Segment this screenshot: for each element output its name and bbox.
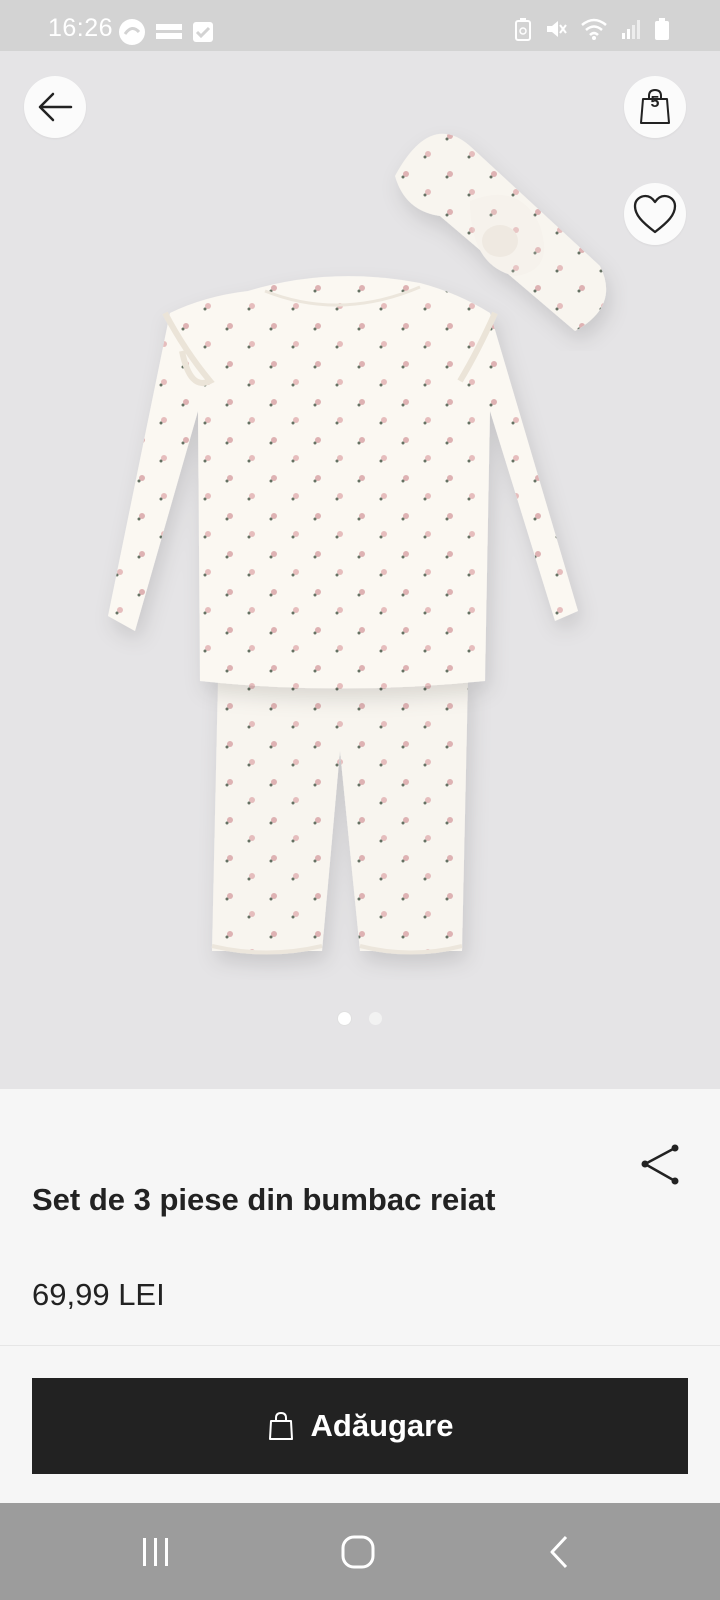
recents-icon: [143, 1538, 168, 1566]
add-to-cart-label: Adăugare: [310, 1408, 454, 1443]
gallery-dot-2[interactable]: [369, 1012, 382, 1025]
battery-saver-icon: [515, 18, 531, 41]
checkbox-notification-icon: [193, 22, 213, 42]
status-system-icons: [514, 17, 670, 41]
system-navigation-bar: [0, 1503, 720, 1600]
back-icon: [550, 1535, 568, 1569]
status-time: 16:26: [48, 14, 114, 42]
product-image: [108, 133, 607, 955]
wifi-icon: [581, 18, 607, 40]
shopping-bag-button[interactable]: 5: [624, 76, 686, 138]
system-back-button[interactable]: [530, 1527, 590, 1577]
status-bar: 16:26: [0, 0, 720, 51]
add-to-cart-area: Adăugare: [0, 1346, 720, 1503]
home-button[interactable]: [328, 1527, 388, 1577]
favorite-button[interactable]: [624, 183, 686, 245]
recents-button[interactable]: [126, 1527, 186, 1577]
shopping-bag-icon: [268, 1411, 293, 1440]
home-icon: [341, 1535, 375, 1569]
signal-icon: [622, 20, 640, 39]
product-image-gallery[interactable]: 5: [0, 51, 720, 1089]
status-notification-icons: [118, 18, 214, 46]
product-info-panel: Set de 3 piese din bumbac reiat 69,99 LE…: [0, 1089, 720, 1346]
back-button[interactable]: [24, 76, 86, 138]
add-to-cart-button[interactable]: Adăugare: [32, 1378, 688, 1474]
share-icon: [641, 1144, 679, 1185]
product-price: 69,99 LEI: [32, 1277, 165, 1312]
product-title: Set de 3 piese din bumbac reiat: [32, 1182, 496, 1217]
temu-text-icon: [156, 24, 182, 39]
heart-icon: [633, 194, 677, 234]
bag-count-badge: 5: [650, 94, 660, 111]
battery-icon: [655, 18, 669, 40]
share-button[interactable]: [638, 1143, 682, 1187]
gallery-pagination: [0, 1012, 720, 1025]
arrow-left-icon: [38, 92, 73, 122]
temu-notification-icon: [119, 19, 145, 45]
mute-icon: [547, 21, 567, 37]
gallery-dot-1[interactable]: [338, 1012, 351, 1025]
